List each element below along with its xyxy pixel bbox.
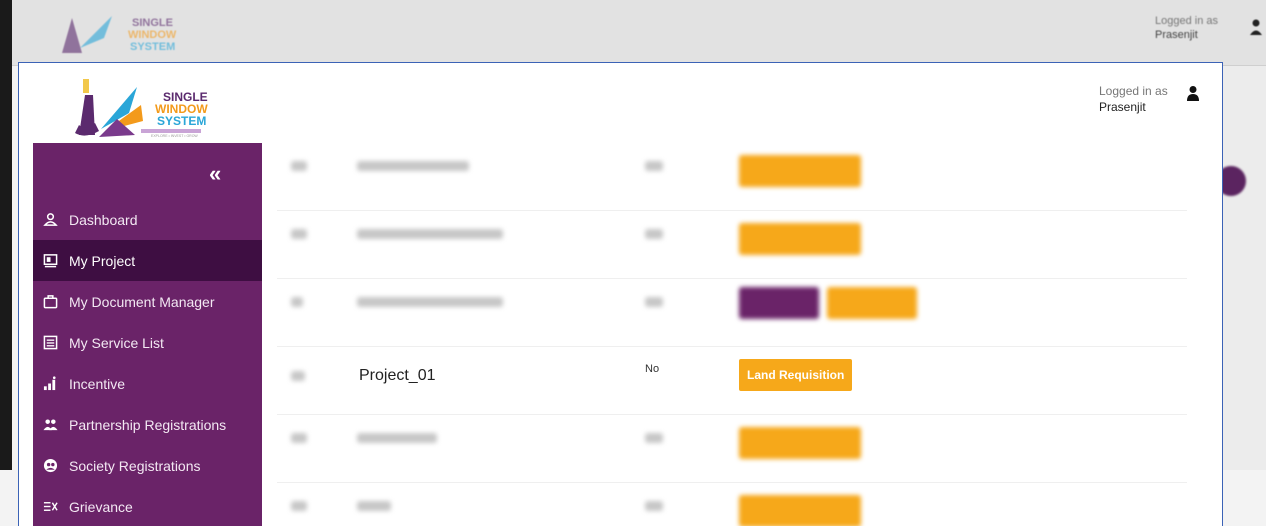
table-row	[277, 279, 1187, 347]
blurred-action-button[interactable]	[739, 427, 861, 459]
blurred-cell	[645, 433, 663, 443]
table-row	[277, 211, 1187, 279]
logo-text-system: SYSTEM	[157, 114, 206, 128]
blurred-action-button[interactable]	[739, 155, 861, 187]
blurred-cell	[291, 371, 305, 381]
double-chevron-left-icon[interactable]: «	[209, 161, 221, 187]
background-logo: SINGLE WINDOW SYSTEM	[62, 16, 177, 53]
sidebar-item-partnership-registrations[interactable]: Partnership Registrations	[33, 404, 262, 445]
blurred-secondary-button[interactable]	[739, 287, 819, 319]
sidebar-item-label: Dashboard	[69, 211, 138, 228]
blurred-cell	[645, 297, 663, 307]
society-icon	[41, 457, 59, 475]
user-icon	[41, 211, 59, 229]
sidebar-item-label: My Project	[69, 252, 136, 269]
blurred-cell	[291, 297, 303, 307]
svg-text:SYSTEM: SYSTEM	[130, 41, 175, 53]
top-bar: SINGLE WINDOW SYSTEM EXPLORE • INVEST • …	[19, 63, 1222, 143]
blurred-action-button[interactable]	[739, 223, 861, 255]
background-window-edge	[0, 0, 12, 470]
username: Prasenjit	[1099, 100, 1146, 114]
blurred-cell	[291, 433, 307, 443]
background-login-text: Logged in as Prasenjit	[1155, 15, 1218, 41]
logo-tagline: EXPLORE • INVEST • GROW	[151, 134, 198, 138]
blurred-action-button[interactable]	[827, 287, 917, 319]
users-icon	[41, 416, 59, 434]
grievance-icon	[41, 498, 59, 516]
background-side-panel	[1222, 66, 1266, 470]
project-table: Project_01 No Land Requisition	[277, 143, 1187, 526]
sidebar-item-label: Grievance	[69, 498, 133, 515]
table-row	[277, 143, 1187, 211]
chart-icon	[41, 375, 59, 393]
sidebar-item-label: Partnership Registrations	[69, 416, 227, 433]
blurred-cell	[291, 229, 307, 239]
blurred-cell	[357, 297, 503, 307]
blurred-cell	[645, 161, 663, 171]
blurred-cell	[645, 229, 663, 239]
sidebar-item-grievance[interactable]: Grievance	[33, 486, 262, 526]
blurred-cell	[357, 433, 437, 443]
logged-in-label: Logged in as	[1099, 84, 1168, 98]
sidebar-item-label: My Service List	[69, 334, 164, 351]
sidebar-item-label: My Document Manager	[69, 293, 215, 310]
blurred-cell	[291, 161, 307, 171]
project-name: Project_01	[359, 367, 436, 384]
briefcase-icon	[41, 293, 59, 311]
svg-text:SINGLE: SINGLE	[132, 17, 173, 29]
table-row	[277, 483, 1187, 526]
login-status: Logged in as Prasenjit	[1099, 83, 1168, 115]
blurred-cell	[645, 501, 663, 511]
sidebar-item-dashboard[interactable]: Dashboard	[33, 199, 262, 240]
sidebar-item-label: Society Registrations	[69, 457, 201, 474]
table-row	[277, 415, 1187, 483]
blurred-cell	[357, 161, 469, 171]
blurred-cell	[291, 501, 307, 511]
sidebar-item-label: Incentive	[69, 375, 126, 392]
blurred-action-button[interactable]	[739, 495, 861, 526]
sidebar-item-my-service-list[interactable]: My Service List	[33, 322, 262, 363]
sidebar-item-incentive[interactable]: Incentive	[33, 363, 262, 404]
project-icon	[41, 252, 59, 270]
project-flag: No	[645, 363, 660, 375]
blurred-cell	[357, 501, 391, 511]
blurred-cell	[357, 229, 503, 239]
svg-text:WINDOW: WINDOW	[128, 29, 177, 41]
user-icon[interactable]	[1187, 85, 1199, 101]
single-window-system-logo[interactable]: SINGLE WINDOW SYSTEM EXPLORE • INVEST • …	[71, 73, 231, 141]
sidebar-item-society-registrations[interactable]: Society Registrations	[33, 445, 262, 486]
land-requisition-button[interactable]: Land Requisition	[739, 359, 853, 391]
sidebar: « Dashboard My Project My Document Manag…	[33, 143, 262, 526]
list-icon	[41, 334, 59, 352]
background-user-icon	[1250, 19, 1262, 35]
main-window: SINGLE WINDOW SYSTEM EXPLORE • INVEST • …	[18, 62, 1223, 526]
sidebar-item-my-document-manager[interactable]: My Document Manager	[33, 281, 262, 322]
sidebar-item-my-project[interactable]: My Project	[33, 240, 262, 281]
table-row: Project_01 No Land Requisition	[277, 347, 1187, 415]
